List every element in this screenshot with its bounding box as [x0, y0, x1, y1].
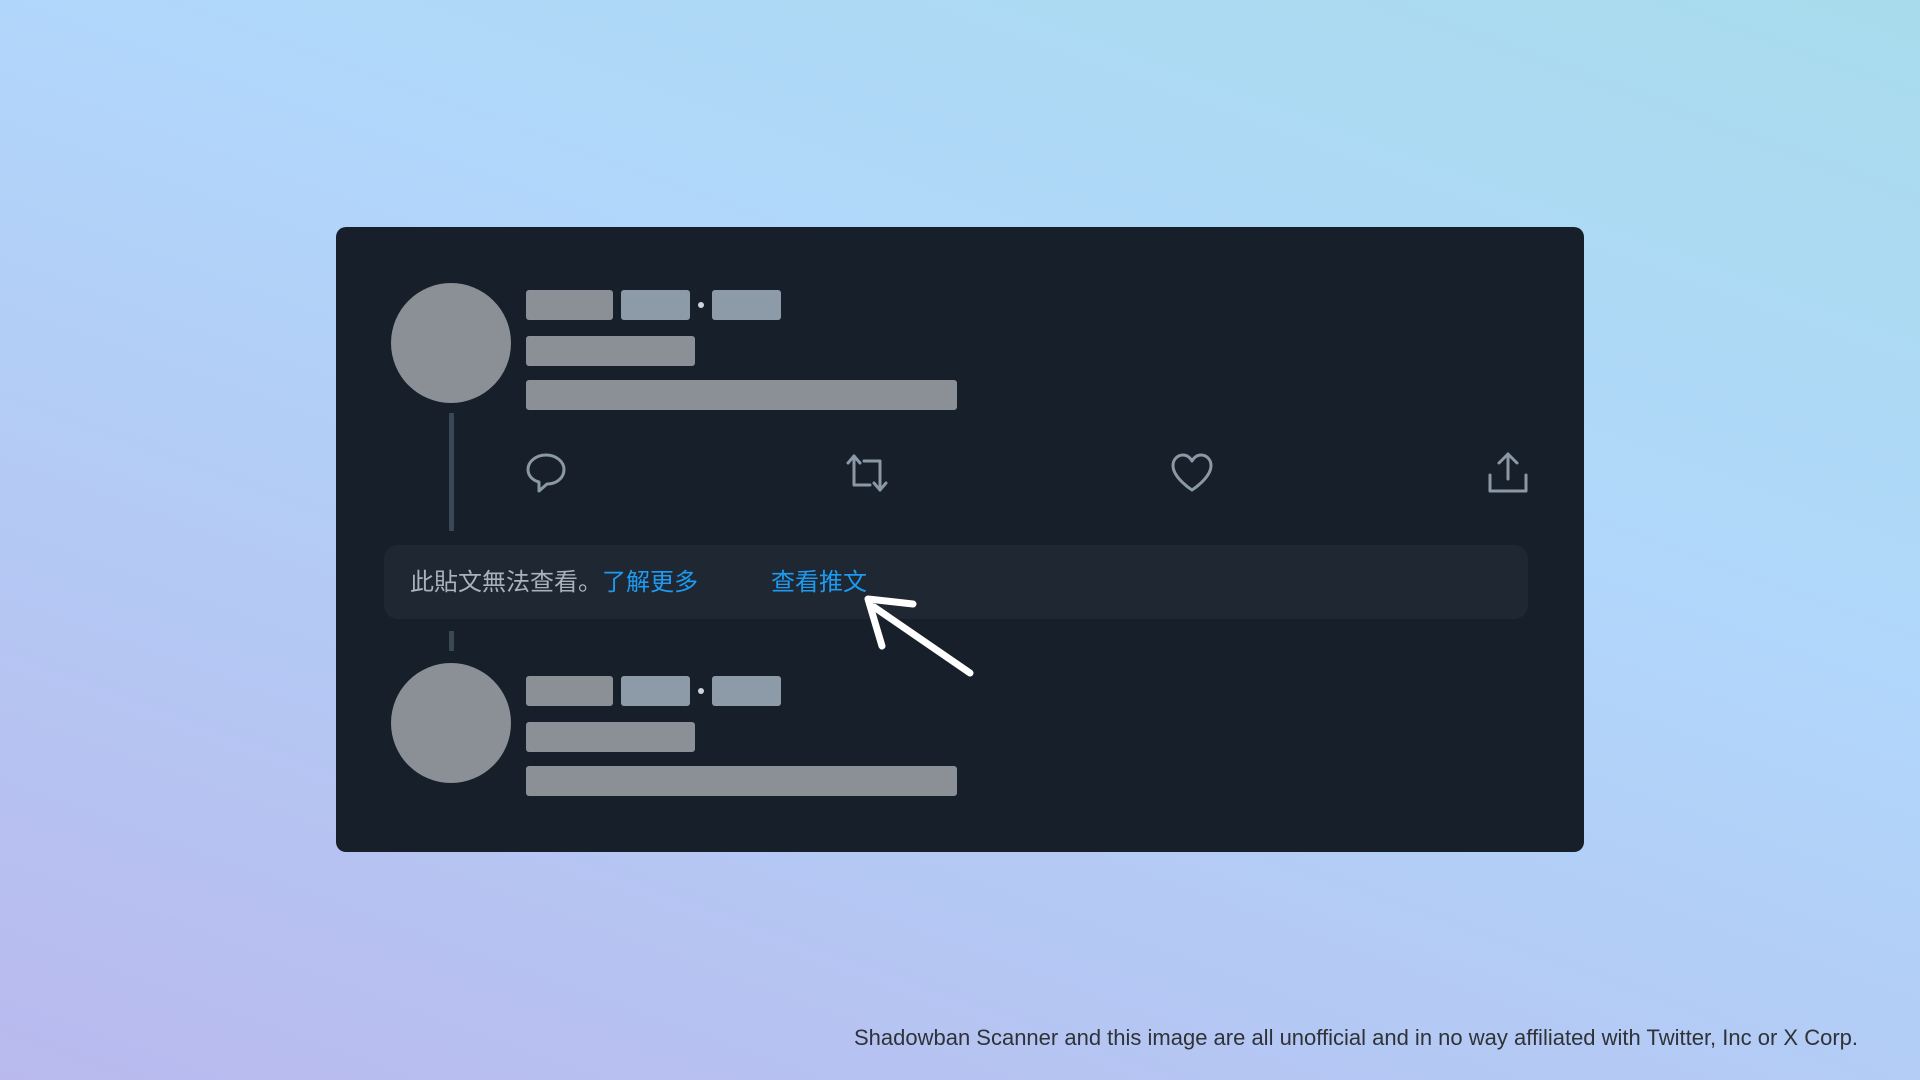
- separator-dot: [698, 688, 704, 694]
- pointer-arrow-icon: [864, 595, 974, 677]
- text-line-placeholder: [526, 722, 695, 752]
- disclaimer-text: Shadowban Scanner and this image are all…: [853, 1025, 1858, 1050]
- text-line-placeholder: [526, 336, 695, 366]
- text-line-placeholder: [526, 766, 957, 796]
- reply-icon[interactable]: [522, 449, 570, 497]
- handle-placeholder: [621, 676, 690, 706]
- display-name-placeholder: [526, 676, 613, 706]
- timestamp-placeholder: [712, 676, 781, 706]
- text-line-placeholder: [526, 380, 957, 410]
- notice-text: 此貼文無法查看。了解更多: [410, 567, 698, 597]
- display-name-placeholder: [526, 290, 613, 320]
- thread-line: [449, 631, 454, 651]
- notice-message: 此貼文無法查看。: [410, 568, 602, 596]
- learn-more-link[interactable]: 了解更多: [602, 568, 698, 596]
- avatar: [391, 663, 511, 783]
- view-post-link[interactable]: 查看推文: [771, 567, 867, 597]
- handle-placeholder: [621, 290, 690, 320]
- avatar: [391, 283, 511, 403]
- separator-dot: [698, 302, 704, 308]
- thread-line: [449, 413, 454, 531]
- like-icon[interactable]: [1168, 449, 1216, 497]
- repost-icon[interactable]: [843, 449, 891, 497]
- timestamp-placeholder: [712, 290, 781, 320]
- share-icon[interactable]: [1484, 449, 1532, 497]
- tweet-card: 此貼文無法查看。了解更多 查看推文: [336, 227, 1584, 852]
